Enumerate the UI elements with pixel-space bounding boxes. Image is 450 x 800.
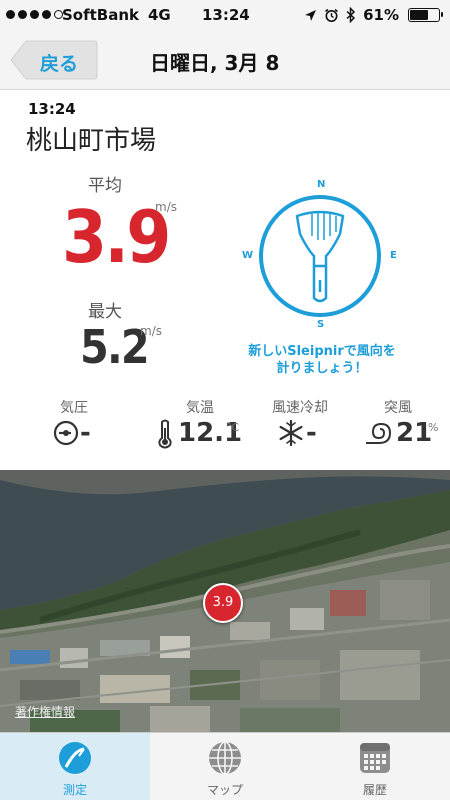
gust-unit: % bbox=[428, 421, 439, 434]
tab-bar: 測定 マップ 履歴 bbox=[0, 732, 450, 800]
gust-value: 21 bbox=[396, 418, 433, 448]
average-wind-value: 3.9 bbox=[62, 195, 171, 279]
average-wind-label: 平均 bbox=[88, 176, 122, 196]
app-screen: SoftBank 4G 13:24 61% 戻る 日曜日, 3月 8 13:24… bbox=[0, 0, 450, 800]
pressure-value: - bbox=[80, 418, 91, 448]
compass-ring-icon bbox=[259, 195, 381, 317]
promo-line-1: 新しいSleipnirで風向を bbox=[248, 344, 396, 359]
measure-icon bbox=[59, 742, 91, 774]
back-button-label: 戻る bbox=[40, 53, 79, 75]
average-wind-unit: m/s bbox=[155, 200, 177, 214]
network-type: 4G bbox=[148, 6, 171, 24]
wind-chill-value: - bbox=[306, 418, 317, 448]
max-wind-value: 5.2 bbox=[80, 320, 150, 374]
sleipnir-promo-link[interactable]: 新しいSleipnirで風向を 計りましょう！ bbox=[232, 343, 412, 377]
temperature-label: 気温 bbox=[186, 400, 214, 416]
compass-north: N bbox=[317, 179, 326, 190]
page-title: 日曜日, 3月 8 bbox=[150, 51, 280, 75]
gust-spiral-icon bbox=[366, 422, 392, 444]
max-wind-unit: m/s bbox=[140, 324, 162, 338]
tab-map-label: マップ bbox=[206, 783, 243, 797]
calendar-grid-icon bbox=[360, 743, 390, 773]
location-arrow-icon bbox=[305, 9, 317, 21]
tab-map[interactable]: マップ bbox=[150, 733, 300, 800]
battery-icon bbox=[408, 8, 443, 22]
station-update-time: 13:24 bbox=[28, 100, 76, 118]
bluetooth-icon bbox=[346, 7, 356, 23]
max-wind-label: 最大 bbox=[88, 302, 122, 322]
compass-west: W bbox=[242, 250, 254, 261]
status-bar: SoftBank 4G 13:24 61% bbox=[0, 0, 450, 32]
pressure-gauge-icon bbox=[53, 420, 79, 446]
carrier-name: SoftBank bbox=[62, 6, 140, 24]
wind-direction-compass[interactable]: N E S W bbox=[240, 176, 400, 336]
thermometer-icon bbox=[158, 419, 172, 449]
tab-history-label: 履歴 bbox=[362, 783, 387, 797]
tab-history[interactable]: 履歴 bbox=[300, 733, 450, 800]
wind-chill-label: 風速冷却 bbox=[272, 400, 328, 416]
snowflake-icon bbox=[279, 419, 303, 447]
navigation-bar: 戻る 日曜日, 3月 8 bbox=[0, 32, 450, 90]
wind-marker[interactable]: 3.9 bbox=[203, 583, 243, 623]
signal-strength-icon bbox=[6, 10, 63, 19]
pressure-label: 気圧 bbox=[60, 400, 88, 416]
map-attribution-link[interactable]: 著作権情報 bbox=[15, 703, 75, 720]
battery-percent: 61% bbox=[363, 6, 399, 24]
gust-label: 突風 bbox=[384, 400, 412, 416]
sleipnir-device-icon bbox=[295, 210, 345, 303]
compass-south: S bbox=[317, 319, 325, 330]
back-button[interactable]: 戻る bbox=[10, 40, 98, 80]
globe-icon bbox=[209, 741, 241, 775]
alarm-icon bbox=[325, 8, 339, 22]
station-name: 桃山町市場 bbox=[26, 126, 157, 156]
tab-measure-label: 測定 bbox=[62, 783, 87, 797]
promo-line-2: 計りましょう！ bbox=[276, 361, 368, 376]
tab-measure[interactable]: 測定 bbox=[0, 733, 150, 800]
temperature-unit: °C bbox=[226, 421, 240, 434]
compass-east: E bbox=[390, 250, 397, 261]
status-time: 13:24 bbox=[202, 6, 250, 24]
